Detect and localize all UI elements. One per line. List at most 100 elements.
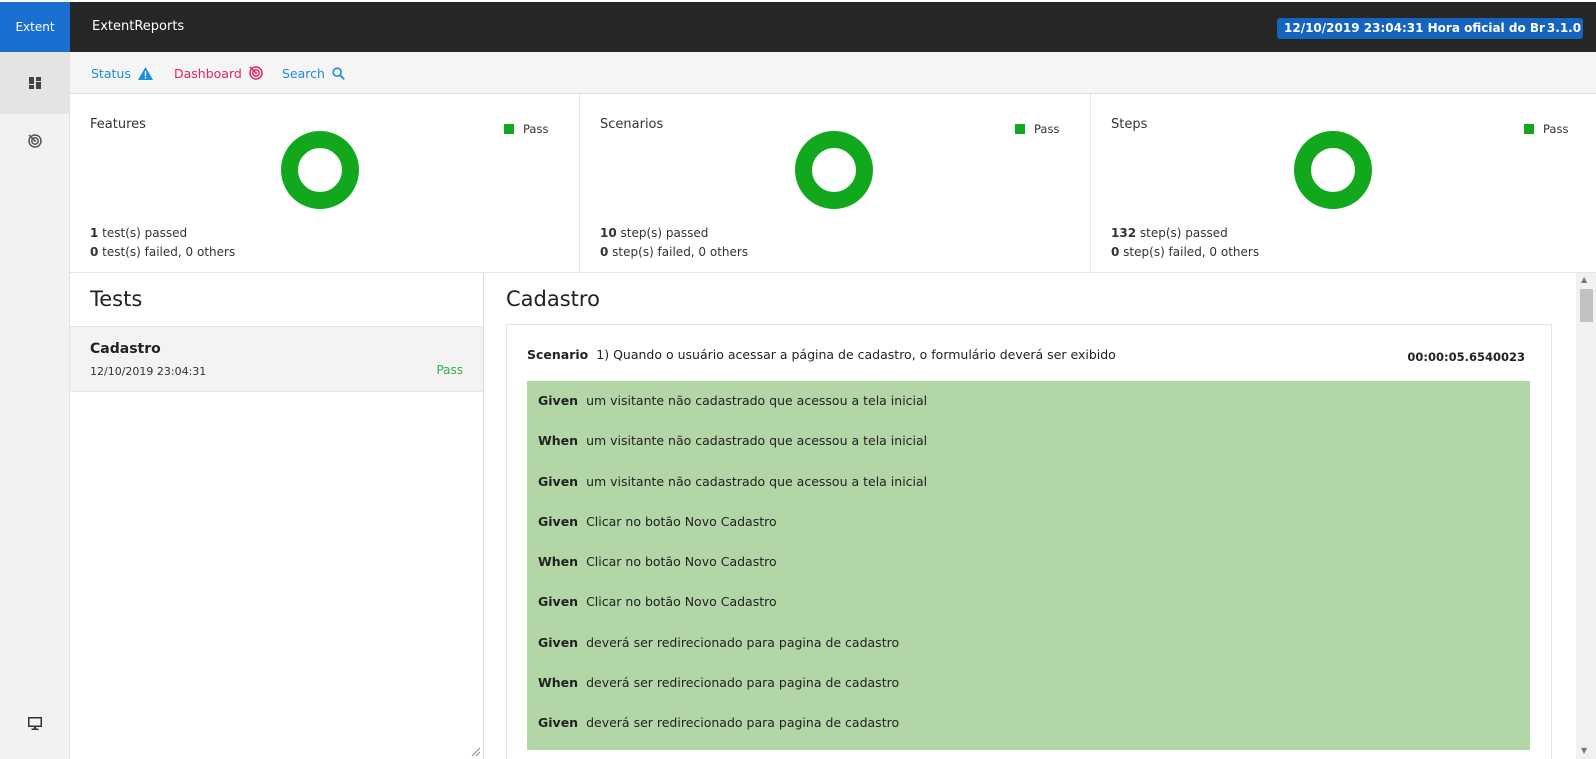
scroll-thumb[interactable] [1580,289,1593,322]
step-row: Given deverá ser redirecionado para pagin… [538,715,899,730]
status-link-label: Status [91,65,131,81]
step-text: deverá ser redirecionado para pagina de … [586,635,900,650]
radar-icon [27,134,42,148]
chart-legend: Pass [1015,122,1059,136]
step-text: deverá ser redirecionado para pagina de … [586,675,900,690]
tests-heading: Tests [90,287,143,311]
scenario-header[interactable]: Scenario 1) Quando o usuário acessar a pá… [527,347,1116,362]
sidenav-monitor-view[interactable] [0,692,69,754]
step-keyword: Given [538,514,579,529]
passed-summary: 10 step(s) passed [600,226,708,240]
steps-card: Steps Pass 132 step(s) passed 0 step(s) … [1091,94,1596,273]
passed-summary: 1 test(s) passed [90,226,187,240]
top-navbar: Extent ExtentReports 12/10/2019 23:04:31… [0,2,1596,52]
radar-icon [249,66,263,80]
legend-swatch [1524,124,1534,134]
version-badge: 3.1.0 [1545,18,1583,39]
chart-legend: Pass [504,122,548,136]
card-title: Features [90,117,146,132]
step-keyword: Given [538,393,579,408]
step-row: Given deverá ser redirecionado para pagin… [538,635,899,650]
failed-text: step(s) failed, 0 others [608,245,749,259]
scroll-down-arrow-icon[interactable]: ▼ [1581,746,1587,755]
passed-summary: 132 step(s) passed [1111,226,1228,240]
sidenav-radar-view[interactable] [0,110,69,172]
step-keyword: Given [538,715,579,730]
step-row: Given Clicar no botão Novo Cadastro [538,594,777,609]
step-text: Clicar no botão Novo Cadastro [586,514,777,529]
test-list-item[interactable]: Cadastro 12/10/2019 23:04:31 Pass [70,326,483,392]
test-time: 12/10/2019 23:04:31 [90,365,207,378]
failed-text: test(s) failed, 0 others [98,245,236,259]
failed-summary: 0 step(s) failed, 0 others [600,245,748,259]
search-icon [332,66,345,80]
passed-text: test(s) passed [98,226,188,240]
legend-label: Pass [523,122,549,136]
card-title: Scenarios [600,117,664,132]
monitor-icon [27,716,42,730]
tests-pane: Tests Cadastro 12/10/2019 23:04:31 Pass [70,273,484,759]
passed-text: step(s) passed [1136,226,1228,240]
step-text: Clicar no botão Novo Cadastro [586,594,777,609]
test-status: Pass [436,363,463,377]
scenarios-donut-chart [795,131,873,209]
dashboard-grid-icon [28,77,41,89]
sidenav-dashboard-view[interactable] [0,52,69,114]
step-row: When deverá ser redirecionado para pagina… [538,675,899,690]
status-link[interactable]: Status [91,52,153,94]
warning-icon [137,66,153,80]
scenario-label: Scenario [527,347,589,362]
scenario-box: Scenario 1) Quando o usuário acessar a pá… [506,324,1552,759]
side-nav [0,52,70,759]
sub-nav: Status Dashboard Search [70,52,1596,94]
step-row: Given um visitante não cadastrado que ace… [538,474,927,489]
step-keyword: When [538,554,579,569]
scenarios-card: Scenarios Pass 10 step(s) passed 0 step(… [580,94,1091,273]
donut-pass-ring [281,131,359,209]
test-name: Cadastro [90,341,161,357]
step-row: Given um visitante não cadastrado que ace… [538,393,927,408]
failed-summary: 0 step(s) failed, 0 others [1111,245,1259,259]
step-text: um visitante não cadastrado que acessou … [586,393,928,408]
step-keyword: Given [538,474,579,489]
resize-grip-icon[interactable] [471,747,481,757]
detail-title: Cadastro [506,287,600,311]
donut-pass-ring [795,131,873,209]
step-text: Clicar no botão Novo Cadastro [586,554,777,569]
dashboard-link-label: Dashboard [174,65,242,81]
donut-pass-ring [1294,131,1372,209]
test-detail-pane: Cadastro Scenario 1) Quando o usuário ace… [484,273,1576,759]
card-title: Steps [1111,117,1148,132]
chart-legend: Pass [1524,122,1568,136]
step-text: um visitante não cadastrado que acessou … [586,474,928,489]
step-text: um visitante não cadastrado que acessou … [586,433,928,448]
step-row: When Clicar no botão Novo Cadastro [538,554,777,569]
failed-summary: 0 test(s) failed, 0 others [90,245,235,259]
step-row: Given Clicar no botão Novo Cadastro [538,514,777,529]
legend-swatch [504,124,514,134]
legend-label: Pass [1034,122,1060,136]
scenario-duration: 00:00:05.6540023 [1407,350,1525,364]
passed-count: 132 [1111,226,1137,240]
step-keyword: When [538,675,579,690]
legend-swatch [1015,124,1025,134]
timestamp-badge: 12/10/2019 23:04:31 Hora oficial do Bras… [1277,18,1576,39]
step-keyword: Given [538,635,579,650]
failed-text: step(s) failed, 0 others [1119,245,1260,259]
search-link[interactable]: Search [282,52,345,94]
step-keyword: When [538,433,579,448]
report-name: ExtentReports [92,19,185,34]
steps-list: Given um visitante não cadastrado que ace… [527,381,1530,750]
search-link-label: Search [282,65,325,81]
step-row: When um visitante não cadastrado que aces… [538,433,927,448]
steps-donut-chart [1294,131,1372,209]
dashboard-link[interactable]: Dashboard [174,52,263,94]
legend-label: Pass [1543,122,1569,136]
scrollbar[interactable]: ▲ ▼ [1576,273,1596,759]
passed-text: step(s) passed [616,226,709,240]
step-keyword: Given [538,594,579,609]
brand-logo[interactable]: Extent [0,2,70,52]
scroll-up-arrow-icon[interactable]: ▲ [1581,275,1587,284]
scenario-text: 1) Quando o usuário acessar a página de … [596,347,1116,362]
step-text: deverá ser redirecionado para pagina de … [586,715,900,730]
